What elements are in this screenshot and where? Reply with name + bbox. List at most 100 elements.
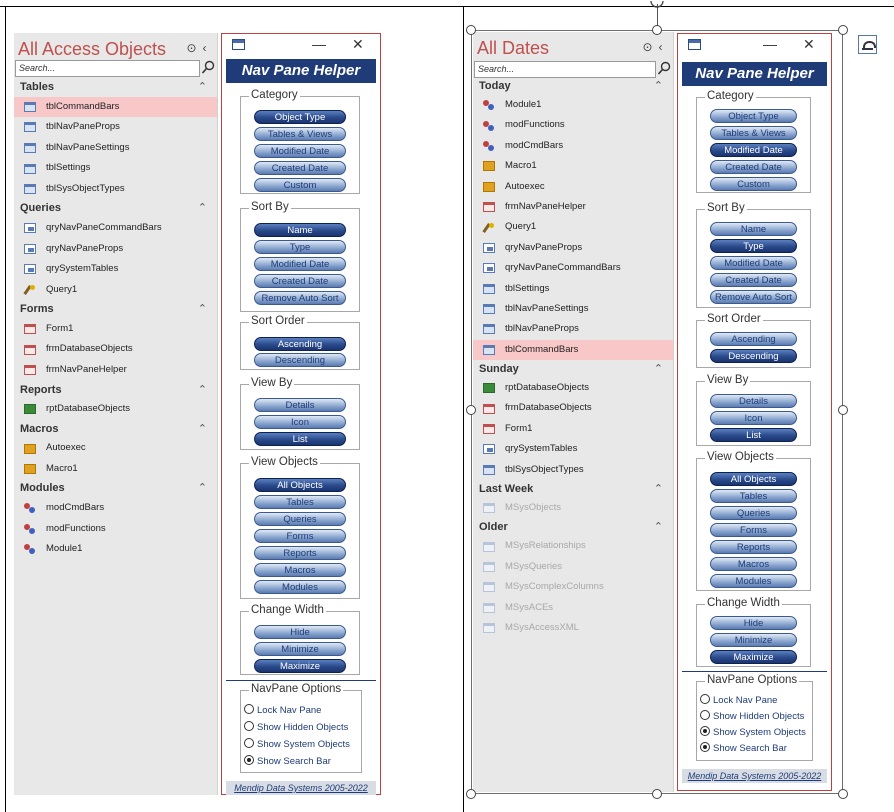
list-item[interactable]: Module1 bbox=[14, 539, 217, 560]
list-item[interactable]: modCmdBars bbox=[473, 136, 673, 156]
chevron-up-icon[interactable]: ⌃ bbox=[654, 480, 663, 498]
list-item[interactable]: qryNavPaneCommandBars bbox=[14, 218, 217, 239]
view-objects-button[interactable]: Modules bbox=[710, 574, 797, 588]
chevron-up-icon[interactable]: ⌃ bbox=[198, 78, 207, 97]
resize-handle-e[interactable] bbox=[838, 405, 848, 415]
sort-by-button[interactable]: Name bbox=[710, 222, 797, 236]
category-button[interactable]: Object Type bbox=[710, 109, 797, 123]
view-by-button[interactable]: List bbox=[254, 432, 346, 446]
category-button[interactable]: Created Date bbox=[254, 161, 346, 175]
list-item[interactable]: Autoexec bbox=[473, 177, 673, 197]
options-dropdown-icon[interactable]: ⊙ bbox=[185, 41, 198, 55]
radio-button[interactable] bbox=[244, 738, 254, 748]
list-item[interactable]: MSysRelationships bbox=[473, 536, 673, 556]
list-item[interactable]: frmDatabaseObjects bbox=[14, 339, 217, 360]
radio-button[interactable] bbox=[700, 742, 710, 752]
category-button[interactable]: Object Type bbox=[254, 110, 346, 124]
group-header[interactable]: Tables⌃ bbox=[14, 78, 217, 97]
sort-by-button[interactable]: Name bbox=[254, 223, 346, 237]
chevron-up-icon[interactable]: ⌃ bbox=[198, 420, 207, 439]
option-radio[interactable]: Show System Objects bbox=[244, 738, 350, 750]
radio-button[interactable] bbox=[244, 755, 254, 765]
sort-order-button[interactable]: Ascending bbox=[710, 332, 797, 346]
option-radio[interactable]: Show Search Bar bbox=[700, 742, 787, 754]
group-header[interactable]: Today⌃ bbox=[473, 77, 673, 95]
list-item[interactable]: qryNavPaneCommandBars bbox=[473, 258, 673, 278]
search-icon[interactable] bbox=[201, 60, 216, 75]
list-item[interactable]: tblCommandBars bbox=[14, 97, 217, 118]
list-item[interactable]: qryNavPaneProps bbox=[473, 238, 673, 258]
sort-by-button[interactable]: Modified Date bbox=[254, 257, 346, 271]
list-item[interactable]: qrySystemTables bbox=[473, 439, 673, 459]
list-item[interactable]: frmNavPaneHelper bbox=[14, 360, 217, 381]
list-item[interactable]: modCmdBars bbox=[14, 498, 217, 519]
view-by-button[interactable]: Icon bbox=[710, 411, 797, 425]
sort-order-button[interactable]: Descending bbox=[254, 353, 346, 367]
radio-button[interactable] bbox=[244, 704, 254, 714]
list-item[interactable]: modFunctions bbox=[473, 115, 673, 135]
sort-by-button[interactable]: Type bbox=[710, 239, 797, 253]
view-objects-button[interactable]: Queries bbox=[710, 506, 797, 520]
list-item[interactable]: tblSysObjectTypes bbox=[14, 179, 217, 200]
chevron-up-icon[interactable]: ⌃ bbox=[198, 199, 207, 218]
view-objects-button[interactable]: Tables bbox=[254, 495, 346, 509]
category-button[interactable]: Modified Date bbox=[254, 144, 346, 158]
change-width-button[interactable]: Hide bbox=[710, 616, 797, 630]
list-item[interactable]: Query1 bbox=[473, 217, 673, 237]
view-objects-button[interactable]: Macros bbox=[254, 563, 346, 577]
list-item[interactable]: frmDatabaseObjects bbox=[473, 398, 673, 418]
option-radio[interactable]: Lock Nav Pane bbox=[700, 694, 777, 706]
view-objects-button[interactable]: All Objects bbox=[254, 478, 346, 492]
list-item[interactable]: tblNavPaneProps bbox=[14, 117, 217, 138]
change-width-button[interactable]: Hide bbox=[254, 625, 346, 639]
list-item[interactable]: modFunctions bbox=[14, 519, 217, 540]
collapse-pane-icon[interactable]: ‹ bbox=[198, 41, 211, 55]
sort-by-button[interactable]: Type bbox=[254, 240, 346, 254]
view-objects-button[interactable]: Tables bbox=[710, 489, 797, 503]
resize-handle-w[interactable] bbox=[466, 405, 476, 415]
chevron-up-icon[interactable]: ⌃ bbox=[654, 77, 663, 95]
view-by-button[interactable]: Details bbox=[710, 394, 797, 408]
options-dropdown-icon[interactable]: ⊙ bbox=[641, 40, 654, 54]
close-button[interactable]: ✕ bbox=[352, 36, 364, 53]
resize-handle-ne[interactable] bbox=[838, 25, 848, 35]
list-item[interactable]: tblNavPaneSettings bbox=[473, 299, 673, 319]
rotate-handle-icon[interactable] bbox=[649, 0, 665, 8]
list-item[interactable]: Form1 bbox=[14, 319, 217, 340]
change-width-button[interactable]: Minimize bbox=[254, 642, 346, 656]
group-header[interactable]: Queries⌃ bbox=[14, 199, 217, 218]
sort-by-button[interactable]: Modified Date bbox=[710, 256, 797, 270]
close-button[interactable]: ✕ bbox=[803, 36, 815, 53]
list-item[interactable]: Macro1 bbox=[473, 156, 673, 176]
view-objects-button[interactable]: Queries bbox=[254, 512, 346, 526]
list-item[interactable]: Autoexec bbox=[14, 438, 217, 459]
view-objects-button[interactable]: Forms bbox=[254, 529, 346, 543]
view-by-button[interactable]: List bbox=[710, 428, 797, 442]
category-button[interactable]: Tables & Views bbox=[710, 126, 797, 140]
minimize-button[interactable]: — bbox=[312, 36, 326, 52]
list-item[interactable]: tblSettings bbox=[14, 158, 217, 179]
list-item[interactable]: Module1 bbox=[473, 95, 673, 115]
collapse-pane-icon[interactable]: ‹ bbox=[654, 40, 667, 54]
sort-order-button[interactable]: Ascending bbox=[254, 337, 346, 351]
minimize-button[interactable]: — bbox=[763, 36, 777, 52]
change-width-button[interactable]: Maximize bbox=[710, 650, 797, 664]
group-header[interactable]: Older⌃ bbox=[473, 518, 673, 536]
list-item[interactable]: rptDatabaseObjects bbox=[473, 378, 673, 398]
view-objects-button[interactable]: Modules bbox=[254, 580, 346, 594]
resize-handle-n[interactable] bbox=[652, 25, 662, 35]
radio-button[interactable] bbox=[700, 710, 710, 720]
sort-by-button[interactable]: Remove Auto Sort bbox=[710, 290, 797, 304]
radio-button[interactable] bbox=[700, 694, 710, 704]
radio-button[interactable] bbox=[244, 721, 254, 731]
sort-by-button[interactable]: Created Date bbox=[710, 273, 797, 287]
list-item[interactable]: MSysQueries bbox=[473, 557, 673, 577]
sort-order-button[interactable]: Descending bbox=[710, 349, 797, 363]
list-item[interactable]: Macro1 bbox=[14, 459, 217, 480]
option-radio[interactable]: Lock Nav Pane bbox=[244, 704, 321, 716]
right-search-input[interactable]: Search... bbox=[474, 61, 656, 78]
option-radio[interactable]: Show Search Bar bbox=[244, 755, 331, 767]
list-item[interactable]: tblCommandBars bbox=[473, 340, 673, 360]
list-item[interactable]: Form1 bbox=[473, 419, 673, 439]
change-width-button[interactable]: Minimize bbox=[710, 633, 797, 647]
